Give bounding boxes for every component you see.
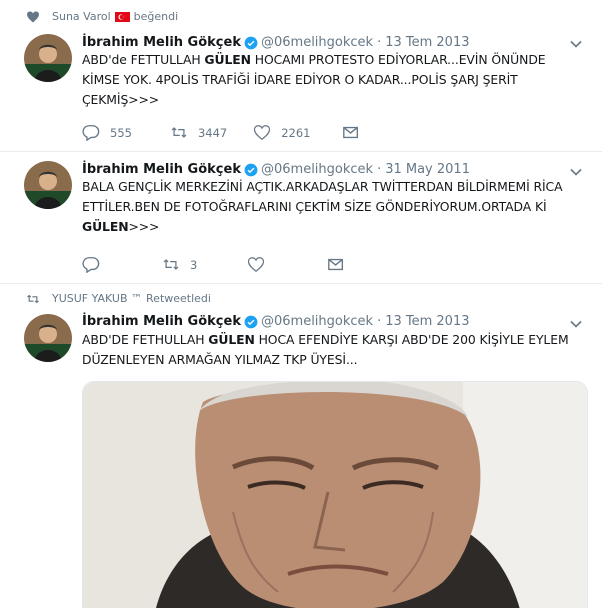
context-action: Retweetledi: [146, 292, 211, 305]
context-user[interactable]: Suna Varol: [52, 10, 111, 23]
tweet-1[interactable]: Suna Varol beğendi İbrahim Melih Gökçek …: [0, 0, 602, 152]
reply-count: 555: [110, 125, 132, 140]
tweet-text: ABD'DE FETHULLAH GÜLEN HOCA EFENDİYE KAR…: [82, 332, 569, 367]
reply-icon: [82, 257, 100, 273]
envelope-icon: [328, 258, 344, 271]
tweet-media-photo[interactable]: [82, 381, 588, 608]
tweet-date[interactable]: 31 May 2011: [385, 162, 470, 177]
turkey-flag-icon: [114, 11, 130, 22]
direct-message-button[interactable]: [327, 256, 345, 273]
verified-badge-icon: [244, 315, 258, 328]
reply-icon: [82, 125, 100, 141]
heart-icon: [27, 11, 39, 23]
author-name[interactable]: İbrahim Melih Gökçek: [82, 35, 241, 50]
author-name[interactable]: İbrahim Melih Gökçek: [82, 162, 241, 177]
verified-badge-icon: [244, 36, 258, 49]
heart-icon: [248, 257, 265, 273]
context-action: beğendi: [133, 10, 179, 23]
tweet-actions: 3: [82, 256, 345, 273]
like-count: 2261: [281, 125, 311, 140]
tweet-3[interactable]: YUSUF YAKUB ™ Retweetledi İbrahim Melih …: [0, 284, 602, 608]
like-button[interactable]: 2261: [253, 124, 311, 141]
verified-badge-icon: [244, 163, 258, 176]
tweet-header: İbrahim Melih Gökçek @06melihgokcek · 31…: [82, 162, 470, 177]
avatar[interactable]: [24, 34, 72, 82]
like-button[interactable]: [247, 256, 265, 273]
retweet-count: 3: [190, 257, 198, 272]
tweet-date[interactable]: 13 Tem 2013: [385, 35, 469, 50]
direct-message-button[interactable]: [342, 124, 360, 141]
avatar[interactable]: [24, 314, 72, 362]
heart-icon: [254, 125, 271, 141]
chevron-down-icon[interactable]: [570, 40, 582, 48]
author-name[interactable]: İbrahim Melih Gökçek: [82, 314, 241, 329]
separator-dot: ·: [377, 35, 382, 50]
social-context: YUSUF YAKUB ™ Retweetledi: [27, 292, 211, 305]
tweet-2[interactable]: İbrahim Melih Gökçek @06melihgokcek · 31…: [0, 152, 602, 284]
separator-dot: ·: [377, 314, 382, 329]
social-context: Suna Varol beğendi: [27, 10, 179, 23]
reply-button[interactable]: [82, 256, 100, 273]
chevron-down-icon[interactable]: [570, 320, 582, 328]
tweet-header: İbrahim Melih Gökçek @06melihgokcek · 13…: [82, 35, 470, 50]
tweet-date[interactable]: 13 Tem 2013: [385, 314, 469, 329]
chevron-down-icon[interactable]: [570, 168, 582, 176]
tweet-text: BALA GENÇLİK MERKEZİNİ AÇTIK.ARKADAŞLAR …: [82, 179, 563, 234]
author-handle[interactable]: @06melihgokcek: [261, 35, 373, 50]
author-handle[interactable]: @06melihgokcek: [261, 162, 373, 177]
tweet-text: ABD'de FETTULLAH GÜLEN HOCAMI PROTESTO E…: [82, 52, 546, 107]
retweet-button[interactable]: 3447: [170, 124, 227, 141]
author-handle[interactable]: @06melihgokcek: [261, 314, 373, 329]
tweet-actions: 555 3447 2261: [82, 124, 360, 141]
tweet-header: İbrahim Melih Gökçek @06melihgokcek · 13…: [82, 314, 470, 329]
retweet-icon: [27, 294, 39, 304]
retweet-icon: [163, 259, 179, 270]
avatar[interactable]: [24, 161, 72, 209]
retweet-button[interactable]: 3: [162, 256, 197, 273]
separator-dot: ·: [377, 162, 382, 177]
retweet-icon: [171, 127, 187, 138]
retweet-count: 3447: [197, 125, 228, 140]
reply-button[interactable]: 555: [82, 124, 132, 141]
envelope-icon: [342, 126, 358, 139]
context-user[interactable]: YUSUF YAKUB ™: [52, 292, 142, 305]
